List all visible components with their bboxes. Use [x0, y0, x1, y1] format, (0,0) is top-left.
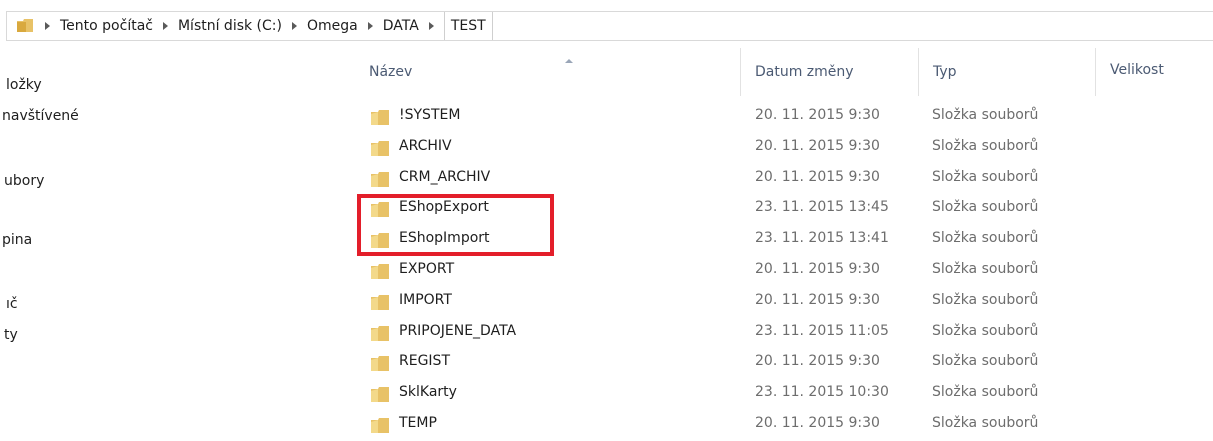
column-header: Název Datum změny Typ Velikost — [355, 48, 1213, 98]
file-row[interactable]: CRM_ARCHIV 20. 11. 2015 9:30 Složka soub… — [355, 164, 1213, 195]
nav-item-files[interactable]: ubory — [4, 173, 44, 189]
file-row[interactable]: PRIPOJENE_DATA 23. 11. 2015 11:05 Složka… — [355, 318, 1213, 349]
breadcrumb-label[interactable]: DATA — [383, 18, 419, 34]
address-bar[interactable]: Tento počítač Místní disk (C:) Omega DAT… — [6, 11, 1213, 41]
breadcrumb-item[interactable]: DATA — [358, 12, 419, 40]
file-name[interactable]: TEMP — [399, 415, 437, 431]
file-name[interactable]: SklKarty — [399, 384, 457, 400]
nav-item-computer[interactable]: ıč — [6, 296, 18, 312]
file-row[interactable]: !SYSTEM 20. 11. 2015 9:30 Složka souborů — [355, 102, 1213, 133]
column-header-type-label[interactable]: Typ — [933, 64, 957, 80]
breadcrumb-item[interactable]: Místní disk (C:) — [153, 12, 282, 40]
folder-icon — [371, 233, 389, 249]
file-type: Složka souborů — [932, 230, 1039, 247]
file-name[interactable]: EXPORT — [399, 261, 454, 277]
folder-icon — [371, 294, 389, 310]
file-date: 20. 11. 2015 9:30 — [755, 137, 880, 154]
folder-icon — [17, 19, 33, 32]
file-name[interactable]: EShopExport — [399, 199, 489, 215]
folder-icon — [371, 387, 389, 403]
file-row[interactable]: SklKarty 23. 11. 2015 10:30 Složka soubo… — [355, 379, 1213, 410]
folder-icon — [371, 171, 389, 187]
file-type: Složka souborů — [932, 353, 1039, 370]
column-header-name[interactable]: Název — [355, 48, 740, 98]
folder-icon — [371, 356, 389, 372]
column-header-date[interactable]: Datum změny — [741, 48, 918, 98]
nav-item-folders[interactable]: ložky — [6, 77, 42, 93]
chevron-right-icon[interactable] — [291, 22, 297, 30]
breadcrumb: Tento počítač Místní disk (C:) Omega DAT… — [35, 12, 493, 40]
file-type: Složka souborů — [932, 260, 1039, 277]
column-header-type[interactable]: Typ — [919, 48, 1096, 98]
file-row[interactable]: EXPORT 20. 11. 2015 9:30 Složka souborů — [355, 256, 1213, 287]
column-header-size-label[interactable]: Velikost — [1110, 62, 1164, 78]
file-date: 23. 11. 2015 13:45 — [755, 199, 889, 216]
file-type: Složka souborů — [932, 291, 1039, 308]
breadcrumb-label[interactable]: Místní disk (C:) — [178, 18, 282, 34]
file-date: 23. 11. 2015 10:30 — [755, 384, 889, 401]
file-name[interactable]: IMPORT — [399, 292, 452, 308]
chevron-right-icon[interactable] — [367, 22, 373, 30]
file-date: 20. 11. 2015 9:30 — [755, 291, 880, 308]
folder-icon — [371, 417, 389, 433]
folder-icon — [371, 325, 389, 341]
file-type: Složka souborů — [932, 384, 1039, 401]
chevron-right-icon[interactable] — [428, 22, 434, 30]
breadcrumb-label[interactable]: Omega — [307, 18, 358, 34]
breadcrumb-item[interactable]: Tento počítač — [35, 12, 153, 40]
column-header-size[interactable]: Velikost — [1096, 48, 1213, 98]
file-row[interactable]: ARCHIV 20. 11. 2015 9:30 Složka souborů — [355, 133, 1213, 164]
nav-item-network[interactable]: ty — [4, 327, 18, 343]
file-type: Složka souborů — [932, 414, 1039, 431]
nav-item-recent[interactable]: navštívené — [2, 108, 79, 124]
file-name[interactable]: REGIST — [399, 353, 450, 369]
file-name[interactable]: PRIPOJENE_DATA — [399, 323, 516, 339]
chevron-right-icon[interactable] — [162, 22, 168, 30]
folder-icon — [371, 110, 389, 125]
file-type: Složka souborů — [932, 322, 1039, 339]
file-row[interactable]: EShopImport 23. 11. 2015 13:41 Složka so… — [355, 225, 1213, 256]
file-type: Složka souborů — [932, 137, 1039, 154]
folder-icon — [371, 202, 389, 218]
file-date: 20. 11. 2015 9:30 — [755, 353, 880, 370]
breadcrumb-label[interactable]: TEST — [443, 12, 493, 40]
file-row[interactable]: REGIST 20. 11. 2015 9:30 Složka souborů — [355, 348, 1213, 379]
file-row[interactable]: TEMP 20. 11. 2015 9:30 Složka souborů — [355, 410, 1213, 441]
file-name[interactable]: EShopImport — [399, 230, 490, 246]
folder-icon — [371, 140, 389, 156]
file-name[interactable]: CRM_ARCHIV — [399, 169, 490, 185]
file-date: 23. 11. 2015 11:05 — [755, 322, 889, 339]
file-row[interactable]: IMPORT 20. 11. 2015 9:30 Složka souborů — [355, 287, 1213, 318]
breadcrumb-label[interactable]: Tento počítač — [60, 18, 153, 34]
file-name[interactable]: !SYSTEM — [399, 107, 460, 123]
file-type: Složka souborů — [932, 168, 1039, 185]
column-header-date-label[interactable]: Datum změny — [755, 64, 854, 80]
file-date: 20. 11. 2015 9:30 — [755, 107, 880, 123]
file-date: 20. 11. 2015 9:30 — [755, 168, 880, 185]
file-date: 23. 11. 2015 13:41 — [755, 230, 889, 247]
breadcrumb-item[interactable]: Omega — [282, 12, 358, 40]
file-date: 20. 11. 2015 9:30 — [755, 414, 880, 431]
chevron-right-icon[interactable] — [45, 22, 50, 30]
column-header-name-label[interactable]: Název — [369, 64, 412, 80]
file-name[interactable]: ARCHIV — [399, 138, 452, 154]
nav-item-group[interactable]: pina — [2, 232, 32, 248]
file-type: Složka souborů — [932, 107, 1039, 123]
folder-icon — [371, 263, 389, 279]
sort-ascending-icon — [565, 59, 573, 63]
file-date: 20. 11. 2015 9:30 — [755, 260, 880, 277]
breadcrumb-item-current[interactable]: TEST — [419, 12, 493, 40]
file-type: Složka souborů — [932, 199, 1039, 216]
navigation-pane: ložky navštívené ubory pina ıč ty — [0, 55, 150, 441]
file-list: !SYSTEM 20. 11. 2015 9:30 Složka souborů… — [355, 102, 1213, 441]
file-row[interactable]: EShopExport 23. 11. 2015 13:45 Složka so… — [355, 194, 1213, 225]
